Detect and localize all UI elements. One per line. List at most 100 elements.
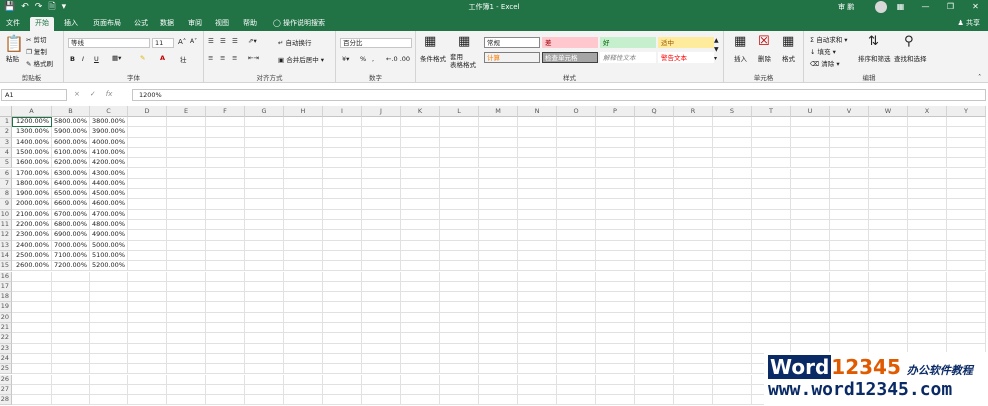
cell-d26[interactable] bbox=[128, 374, 167, 385]
column-header-g[interactable]: G bbox=[245, 106, 284, 117]
cell-j26[interactable] bbox=[362, 374, 401, 385]
cell-q20[interactable] bbox=[635, 312, 674, 323]
cell-s11[interactable] bbox=[713, 220, 752, 231]
cell-o18[interactable] bbox=[557, 292, 596, 303]
column-header-h[interactable]: H bbox=[284, 106, 323, 117]
tab-insert[interactable]: 插入 bbox=[60, 17, 82, 31]
cell-o1[interactable] bbox=[557, 117, 596, 128]
cell-s18[interactable] bbox=[713, 292, 752, 303]
cell-c16[interactable] bbox=[90, 271, 128, 282]
font-color-icon[interactable]: A bbox=[160, 54, 165, 62]
column-header-c[interactable]: C bbox=[90, 106, 128, 117]
cell-q22[interactable] bbox=[635, 333, 674, 344]
cell-f2[interactable] bbox=[206, 127, 245, 138]
cell-r16[interactable] bbox=[674, 271, 713, 282]
cell-m3[interactable] bbox=[479, 137, 518, 148]
cell-x12[interactable] bbox=[908, 230, 947, 241]
cell-f12[interactable] bbox=[206, 230, 245, 241]
cell-p4[interactable] bbox=[596, 147, 635, 159]
cell-r1[interactable] bbox=[674, 117, 713, 128]
format-painter-button[interactable]: ✎ 格式刷 bbox=[26, 58, 53, 68]
cell-k9[interactable] bbox=[401, 199, 440, 210]
cell-e20[interactable] bbox=[167, 312, 206, 323]
cell-e19[interactable] bbox=[167, 302, 206, 313]
cell-n22[interactable] bbox=[518, 333, 557, 344]
cell-l15[interactable] bbox=[440, 261, 479, 272]
cell-l6[interactable] bbox=[440, 168, 479, 179]
cell-h25[interactable] bbox=[284, 364, 323, 375]
cell-o28[interactable] bbox=[557, 395, 596, 406]
cell-i26[interactable] bbox=[323, 374, 362, 385]
cell-x20[interactable] bbox=[908, 312, 947, 323]
insert-function-icon[interactable]: fx bbox=[106, 90, 113, 98]
cell-m16[interactable] bbox=[479, 271, 518, 282]
tab-file[interactable]: 文件 bbox=[2, 17, 24, 31]
cell-c9[interactable]: 4600.00% bbox=[90, 199, 128, 210]
cell-n26[interactable] bbox=[518, 374, 557, 385]
cell-w18[interactable] bbox=[869, 292, 908, 303]
cell-w13[interactable] bbox=[869, 240, 908, 251]
cell-m19[interactable] bbox=[479, 302, 518, 313]
cell-a28[interactable] bbox=[12, 395, 52, 406]
cell-h13[interactable] bbox=[284, 240, 323, 251]
cell-v17[interactable] bbox=[830, 281, 869, 293]
cell-u3[interactable] bbox=[791, 137, 830, 148]
cell-h19[interactable] bbox=[284, 302, 323, 313]
cell-b26[interactable] bbox=[52, 374, 90, 385]
cell-j13[interactable] bbox=[362, 240, 401, 251]
cell-p21[interactable] bbox=[596, 323, 635, 334]
cell-t3[interactable] bbox=[752, 137, 791, 148]
cell-d17[interactable] bbox=[128, 281, 167, 293]
cell-x3[interactable] bbox=[908, 137, 947, 148]
row-header-26[interactable]: 26 bbox=[0, 374, 12, 385]
cell-k18[interactable] bbox=[401, 292, 440, 303]
cell-k8[interactable] bbox=[401, 189, 440, 200]
cell-e22[interactable] bbox=[167, 333, 206, 344]
cell-a1[interactable]: 1200.00% bbox=[12, 117, 52, 128]
column-header-e[interactable]: E bbox=[167, 106, 206, 117]
row-header-21[interactable]: 21 bbox=[0, 323, 12, 334]
column-header-j[interactable]: J bbox=[362, 106, 401, 117]
cell-i28[interactable] bbox=[323, 395, 362, 406]
cell-g12[interactable] bbox=[245, 230, 284, 241]
cell-o20[interactable] bbox=[557, 312, 596, 323]
cell-v5[interactable] bbox=[830, 158, 869, 169]
cell-r10[interactable] bbox=[674, 209, 713, 220]
cell-j1[interactable] bbox=[362, 117, 401, 128]
cell-b4[interactable]: 6100.00% bbox=[52, 147, 90, 159]
cell-k2[interactable] bbox=[401, 127, 440, 138]
cell-h17[interactable] bbox=[284, 281, 323, 293]
cell-m28[interactable] bbox=[479, 395, 518, 406]
cell-c19[interactable] bbox=[90, 302, 128, 313]
cell-d5[interactable] bbox=[128, 158, 167, 169]
cell-v6[interactable] bbox=[830, 168, 869, 179]
cell-a16[interactable] bbox=[12, 271, 52, 282]
cell-i16[interactable] bbox=[323, 271, 362, 282]
cell-a8[interactable]: 1900.00% bbox=[12, 189, 52, 200]
cell-g21[interactable] bbox=[245, 323, 284, 334]
cell-s8[interactable] bbox=[713, 189, 752, 200]
name-box[interactable]: A1 bbox=[1, 89, 67, 101]
cell-r4[interactable] bbox=[674, 147, 713, 159]
row-header-10[interactable]: 10 bbox=[0, 209, 12, 220]
row-header-1[interactable]: 1 bbox=[0, 117, 12, 128]
wrap-text-button[interactable]: ↵ 自动换行 bbox=[278, 37, 312, 47]
cell-s17[interactable] bbox=[713, 281, 752, 293]
cell-l1[interactable] bbox=[440, 117, 479, 128]
cell-x18[interactable] bbox=[908, 292, 947, 303]
cell-g6[interactable] bbox=[245, 168, 284, 179]
cell-a14[interactable]: 2500.00% bbox=[12, 250, 52, 262]
cell-n11[interactable] bbox=[518, 220, 557, 231]
cell-l27[interactable] bbox=[440, 384, 479, 396]
cell-v22[interactable] bbox=[830, 333, 869, 344]
cell-i6[interactable] bbox=[323, 168, 362, 179]
cell-y10[interactable] bbox=[947, 209, 986, 220]
cell-d21[interactable] bbox=[128, 323, 167, 334]
cell-b5[interactable]: 6200.00% bbox=[52, 158, 90, 169]
cell-p22[interactable] bbox=[596, 333, 635, 344]
cell-e28[interactable] bbox=[167, 395, 206, 406]
border-icon[interactable]: ▦▾ bbox=[112, 54, 121, 62]
cell-s3[interactable] bbox=[713, 137, 752, 148]
cell-o16[interactable] bbox=[557, 271, 596, 282]
cell-b6[interactable]: 6300.00% bbox=[52, 168, 90, 179]
